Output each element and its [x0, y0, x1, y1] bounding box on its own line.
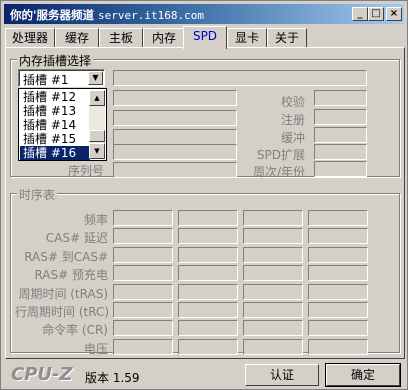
- timing-row-label: 电压: [83, 342, 108, 356]
- correction-field: [314, 90, 367, 106]
- dram-manufacturer-field: [113, 129, 237, 145]
- tab-spd[interactable]: SPD: [183, 26, 227, 49]
- dropdown-item[interactable]: 插槽 #14: [20, 118, 90, 132]
- buffered-label: 缓冲: [280, 131, 305, 145]
- buffered-field: [314, 127, 367, 143]
- timing-cell: [113, 302, 173, 318]
- timing-row-label: RAS# 到CAS#: [24, 250, 108, 264]
- timing-cell: [178, 228, 238, 244]
- timing-cell: [308, 247, 368, 263]
- timing-cell: [308, 265, 368, 281]
- tab-processor[interactable]: 处理器: [5, 28, 55, 48]
- window-title-url: server.it168.com: [98, 9, 204, 22]
- registered-field: [314, 109, 367, 125]
- validate-button[interactable]: 认证: [245, 364, 319, 386]
- week-year-label: 周次/年份: [252, 165, 305, 179]
- version-label: 版本 1.59: [85, 371, 140, 385]
- timing-cell: [243, 302, 303, 318]
- week-year-field: [314, 161, 367, 177]
- maximize-button[interactable]: □: [368, 7, 384, 21]
- spd-ext-field: [314, 144, 367, 160]
- timing-cell: [243, 247, 303, 263]
- dropdown-scrollbar[interactable]: ▲ ▼: [89, 90, 105, 159]
- timing-row-label: 周期时间 (tRAS): [18, 287, 108, 301]
- timing-cell: [178, 302, 238, 318]
- timing-cell: [308, 210, 368, 226]
- timing-cell: [243, 339, 303, 355]
- timing-cell: [308, 320, 368, 336]
- timing-cell: [113, 247, 173, 263]
- manufacturer-field: [113, 110, 237, 126]
- correction-label: 校验: [280, 95, 305, 109]
- timing-cell: [308, 228, 368, 244]
- timing-row-label: CAS# 延迟: [45, 231, 108, 245]
- timing-cell: [243, 265, 303, 281]
- slot-dropdown-list[interactable]: 插槽 #12 插槽 #13 插槽 #14 插槽 #15 插槽 #16 ▲ ▼: [18, 88, 107, 161]
- scroll-down-icon[interactable]: ▼: [89, 143, 105, 159]
- timing-row-label: 行周期时间 (tRC): [15, 305, 110, 319]
- title-bar[interactable]: 你的'服务器频道 server.it168.com _ □ ×: [4, 4, 404, 24]
- timing-cell: [113, 265, 173, 281]
- timing-cell: [178, 320, 238, 336]
- timing-cell: [178, 339, 238, 355]
- serial-label: 序列号: [67, 164, 104, 178]
- tab-mainboard[interactable]: 主板: [99, 28, 143, 48]
- tab-graphics[interactable]: 显卡: [227, 28, 267, 48]
- timing-cell: [113, 339, 173, 355]
- timing-cell: [308, 284, 368, 300]
- timing-cell: [178, 284, 238, 300]
- timing-cell: [243, 228, 303, 244]
- ok-button[interactable]: 确定: [325, 363, 401, 387]
- timing-cell: [178, 247, 238, 263]
- timing-row-label: RAS# 预充电: [34, 268, 108, 282]
- tab-memory[interactable]: 内存: [143, 28, 185, 48]
- timing-cell: [308, 302, 368, 318]
- minimize-button[interactable]: _: [352, 7, 368, 21]
- slot-select[interactable]: 插槽 #1 ▼: [18, 69, 105, 87]
- cpuz-window: 你的'服务器频道 server.it168.com _ □ × 处理器 缓存 主板…: [0, 0, 408, 390]
- timing-cell: [178, 265, 238, 281]
- scroll-thumb[interactable]: [89, 130, 105, 142]
- timing-cell: [308, 339, 368, 355]
- timing-cell: [113, 284, 173, 300]
- timing-cell: [178, 210, 238, 226]
- cpuz-logo: CPU-Z: [11, 364, 73, 385]
- timing-cell: [243, 320, 303, 336]
- window-title: 你的'服务器频道 server.it168.com: [10, 8, 204, 22]
- slot-select-value: 插槽 #1: [23, 73, 69, 87]
- timing-cell: [243, 210, 303, 226]
- timing-row-label: 命令率 (CR): [42, 323, 108, 337]
- chevron-down-icon[interactable]: ▼: [88, 71, 103, 85]
- max-bandwidth-field: [113, 90, 237, 106]
- scroll-up-icon[interactable]: ▲: [89, 90, 105, 106]
- close-button[interactable]: ×: [386, 7, 402, 21]
- slot-group-title: 内存插槽选择: [17, 52, 94, 69]
- dropdown-item[interactable]: 插槽 #15: [20, 132, 90, 146]
- timing-row-label: 频率: [83, 213, 108, 227]
- timing-group-title: 时序表: [17, 186, 58, 203]
- tab-about[interactable]: 关于: [267, 28, 307, 48]
- serial-field: [113, 162, 237, 178]
- tab-cache[interactable]: 缓存: [55, 28, 99, 48]
- timing-cell: [243, 284, 303, 300]
- registered-label: 注册: [280, 113, 305, 127]
- timing-cell: [113, 210, 173, 226]
- module-type-field: [113, 70, 367, 86]
- dropdown-item-selected[interactable]: 插槽 #16: [20, 146, 90, 160]
- part-number-field: [113, 144, 237, 160]
- timing-cell: [113, 228, 173, 244]
- spd-ext-label: SPD扩展: [256, 148, 305, 162]
- dropdown-item[interactable]: 插槽 #12: [20, 90, 90, 104]
- timing-cell: [113, 320, 173, 336]
- dropdown-item[interactable]: 插槽 #13: [20, 104, 90, 118]
